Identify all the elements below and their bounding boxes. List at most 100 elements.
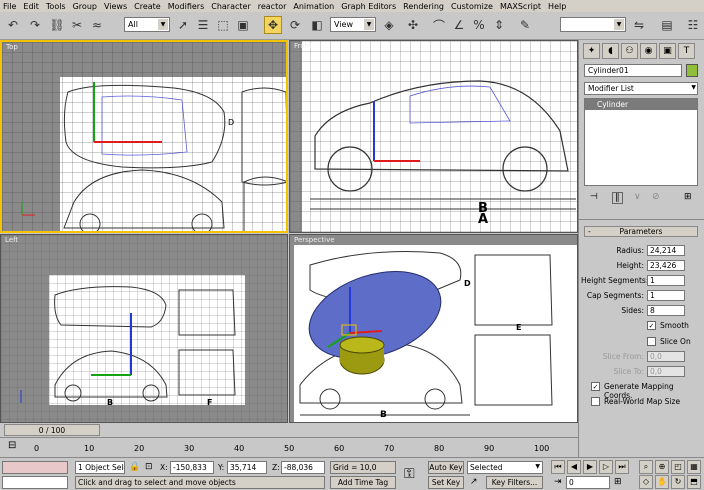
slice-to-spinner[interactable]: 0,0 — [647, 366, 685, 377]
slice-from-spinner[interactable]: 0,0 — [647, 351, 685, 362]
modify-tab-icon[interactable]: ◖ — [602, 43, 619, 59]
viewport-label[interactable]: Front — [294, 42, 312, 50]
object-name-field[interactable]: Cylinder01 — [584, 64, 682, 77]
create-tab-icon[interactable]: ✦ — [583, 43, 600, 59]
viewport-left[interactable]: Left B F — [0, 234, 288, 423]
go-to-start-icon[interactable]: ⏮ — [551, 460, 565, 474]
time-slider[interactable]: 0 / 100 — [4, 424, 100, 436]
current-frame-field[interactable]: 0 — [566, 476, 610, 489]
menu-animation[interactable]: Animation — [293, 2, 334, 11]
z-coordinate-field[interactable]: -88,036 — [281, 461, 325, 474]
object-color-swatch[interactable] — [686, 64, 698, 77]
select-and-scale-icon[interactable]: ◧ — [308, 16, 326, 34]
generate-mapping-checkbox[interactable]: ✓ — [591, 382, 600, 391]
height-segments-spinner[interactable]: 1 — [647, 275, 685, 286]
remove-modifier-icon[interactable]: ⊘ — [652, 192, 660, 202]
motion-tab-icon[interactable]: ◉ — [640, 43, 657, 59]
viewport-label[interactable]: Left — [5, 236, 18, 244]
zoom-icon[interactable]: ⌕ — [639, 460, 653, 474]
window-crossing-icon[interactable]: ▣ — [234, 16, 252, 34]
zoom-all-icon[interactable]: ⊕ — [655, 460, 669, 474]
angle-snap-icon[interactable]: ∠ — [450, 16, 468, 34]
menu-help[interactable]: Help — [548, 2, 566, 11]
time-slider-track[interactable]: 0 / 100 — [0, 423, 578, 437]
select-by-name-icon[interactable]: ☰ — [194, 16, 212, 34]
menu-group[interactable]: Group — [73, 2, 97, 11]
maximize-viewport-icon[interactable]: ⬒ — [687, 475, 701, 489]
viewport-label[interactable]: Top — [6, 43, 18, 51]
sides-spinner[interactable]: 8 — [647, 305, 685, 316]
zoom-extents-all-icon[interactable]: ▦ — [687, 460, 701, 474]
mirror-icon[interactable]: ⇋ — [630, 16, 648, 34]
maxscript-listener-mini[interactable] — [2, 461, 68, 474]
spinner-snap-icon[interactable]: ⇕ — [490, 16, 508, 34]
track-bar-icon[interactable]: ⊟ — [8, 440, 16, 451]
viewport-label[interactable]: Perspective — [294, 236, 335, 244]
menu-customize[interactable]: Customize — [451, 2, 493, 11]
previous-frame-icon[interactable]: ◀ — [567, 460, 581, 474]
display-tab-icon[interactable]: ▣ — [659, 43, 676, 59]
pivot-center-icon[interactable]: ◈ — [380, 16, 398, 34]
viewport-top[interactable]: Top D — [0, 40, 288, 233]
select-object-icon[interactable]: ➚ — [174, 16, 192, 34]
key-icon[interactable]: ⚿ — [404, 466, 415, 482]
menu-file[interactable]: File — [3, 2, 16, 11]
percent-snap-icon[interactable]: % — [470, 16, 488, 34]
hierarchy-tab-icon[interactable]: ⚇ — [621, 43, 638, 59]
pan-icon[interactable]: ✋ — [655, 475, 669, 489]
time-configuration-icon[interactable]: ⊞ — [614, 477, 622, 487]
radius-spinner[interactable]: 24,214 — [647, 245, 685, 256]
redo-icon[interactable]: ↷ — [26, 16, 44, 34]
pin-stack-icon[interactable]: ⊣ — [590, 192, 598, 202]
go-to-end-icon[interactable]: ⏭ — [615, 460, 629, 474]
key-mode-toggle-icon[interactable]: ⇥ — [554, 477, 562, 487]
maxscript-listener-input[interactable] — [2, 476, 68, 489]
transform-mode-icon[interactable]: ⊡ — [145, 462, 153, 472]
y-coordinate-field[interactable]: 35,714 — [227, 461, 267, 474]
next-frame-icon[interactable]: ▷ — [599, 460, 613, 474]
named-selection-sets-dropdown[interactable]: ▼ — [560, 17, 626, 32]
snaps-toggle-icon[interactable]: ⌒ — [430, 16, 448, 34]
lock-icon[interactable]: 🔒 — [129, 462, 140, 472]
named-selection-icon[interactable]: ✎ — [516, 16, 534, 34]
select-manipulate-icon[interactable]: ✣ — [404, 16, 422, 34]
track-bar[interactable]: ⊟ 0 10 20 30 40 50 60 70 80 90 100 — [0, 437, 578, 457]
height-spinner[interactable]: 23,426 — [647, 260, 685, 271]
auto-key-button[interactable]: Auto Key — [428, 461, 464, 474]
menu-tools[interactable]: Tools — [46, 2, 66, 11]
slice-on-checkbox[interactable] — [647, 337, 656, 346]
cap-segments-spinner[interactable]: 1 — [647, 290, 685, 301]
menu-reactor[interactable]: reactor — [258, 2, 287, 11]
menu-maxscript[interactable]: MAXScript — [500, 2, 541, 11]
menu-create[interactable]: Create — [134, 2, 161, 11]
unlink-icon[interactable]: ✂ — [68, 16, 86, 34]
menu-rendering[interactable]: Rendering — [403, 2, 444, 11]
region-select-icon[interactable]: ⬚ — [214, 16, 232, 34]
select-and-rotate-icon[interactable]: ⟳ — [286, 16, 304, 34]
select-and-move-icon[interactable]: ✥ — [264, 16, 282, 34]
menu-modifiers[interactable]: Modifiers — [168, 2, 205, 11]
configure-modifier-sets-icon[interactable]: ⊞ — [684, 192, 692, 202]
x-coordinate-field[interactable]: -150,833 — [170, 461, 214, 474]
play-icon[interactable]: ▶ — [583, 460, 597, 474]
reference-coordinate-dropdown[interactable]: View ▼ — [330, 17, 376, 32]
field-of-view-icon[interactable]: ◇ — [639, 475, 653, 489]
undo-icon[interactable]: ↶ — [4, 16, 22, 34]
real-world-map-size-checkbox[interactable] — [591, 397, 600, 406]
set-key-button[interactable]: Set Key — [428, 476, 464, 489]
make-unique-icon[interactable]: ∨ — [634, 192, 641, 202]
arc-rotate-icon[interactable]: ↻ — [671, 475, 685, 489]
show-end-result-icon[interactable]: ∥ — [612, 192, 623, 204]
layer-manager-icon[interactable]: ☷ — [684, 16, 702, 34]
utilities-tab-icon[interactable]: T — [678, 43, 695, 59]
add-time-tag-button[interactable]: Add Time Tag — [330, 476, 396, 489]
default-in-out-tangent-icon[interactable]: ↗ — [470, 477, 478, 487]
menu-graph-editors[interactable]: Graph Editors — [341, 2, 396, 11]
key-filters-button[interactable]: Key Filters... — [486, 476, 543, 489]
menu-character[interactable]: Character — [211, 2, 251, 11]
zoom-extents-icon[interactable]: ◰ — [671, 460, 685, 474]
menu-views[interactable]: Views — [104, 2, 127, 11]
viewport-perspective[interactable]: Perspective B E D — [289, 234, 578, 423]
menu-edit[interactable]: Edit — [23, 2, 39, 11]
parameters-rollout-header[interactable]: - Parameters — [584, 226, 698, 237]
